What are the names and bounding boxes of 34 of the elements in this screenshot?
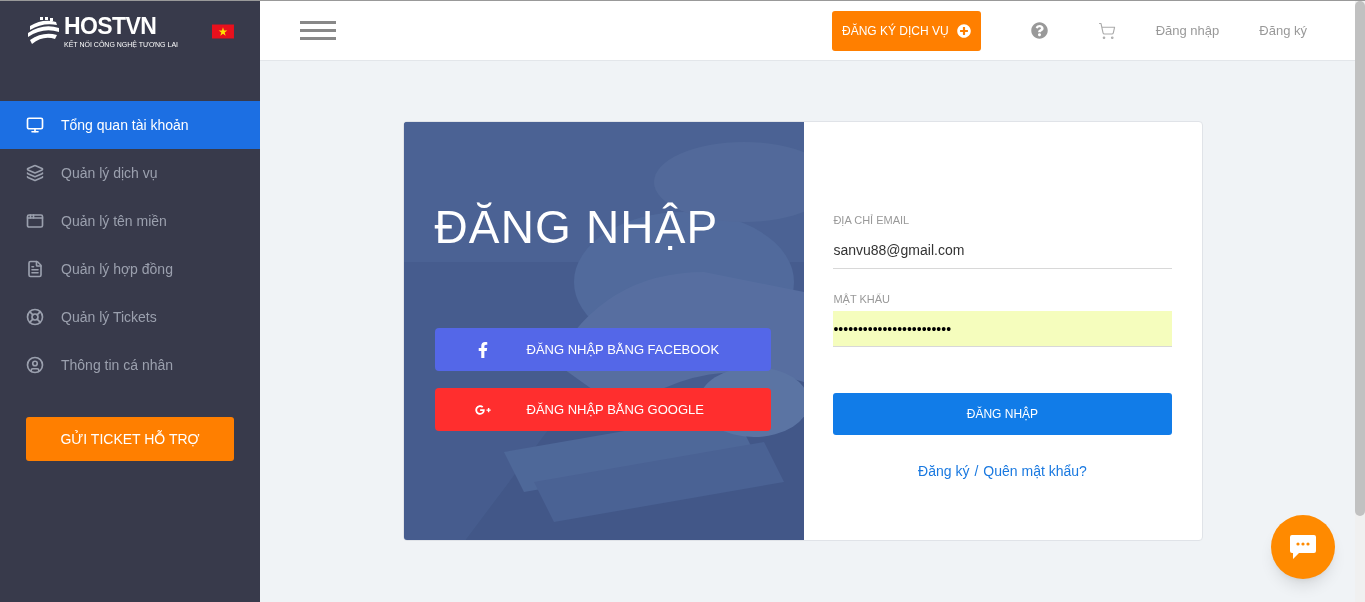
- login-button[interactable]: ĐĂNG NHẬP: [833, 393, 1172, 435]
- layers-icon: [26, 164, 44, 182]
- login-title: ĐĂNG NHẬP: [434, 204, 719, 250]
- social-login-button[interactable]: ĐĂNG NHẬP BẰNG GOOGLE: [434, 388, 772, 431]
- lifebuoy-icon: [26, 308, 44, 326]
- forgot-password-link[interactable]: Quên mật khẩu?: [983, 461, 1087, 482]
- browser-window-icon: [26, 212, 44, 230]
- password-field[interactable]: ••••••••••••••••••••••••: [833, 311, 1172, 347]
- sidebar-item[interactable]: Tổng quan tài khoản: [0, 101, 260, 149]
- sidebar-item[interactable]: Quản lý hợp đồng: [0, 245, 260, 293]
- register-link[interactable]: Đăng ký: [918, 461, 970, 482]
- header-link[interactable]: Đăng nhập: [1155, 20, 1220, 41]
- cart-icon[interactable]: [1097, 21, 1116, 40]
- register-service-button[interactable]: ĐĂNG KÝ DỊCH VỤ: [832, 10, 981, 51]
- field-label: MẬT KHẨU: [833, 291, 891, 307]
- help-icon[interactable]: [1030, 22, 1048, 39]
- sidebar-item[interactable]: Quản lý tên miền: [0, 197, 260, 245]
- chat-button[interactable]: [1271, 515, 1335, 579]
- menu-icon[interactable]: [300, 19, 336, 42]
- link-separator: /: [974, 462, 979, 481]
- monitor-icon: [26, 116, 44, 134]
- sidebar-item[interactable]: Thông tin cá nhân: [0, 341, 260, 389]
- support-ticket-button[interactable]: GỬI TICKET HỖ TRỢ: [26, 417, 234, 461]
- document-icon: [26, 260, 44, 278]
- social-login-button[interactable]: ĐĂNG NHẬP BẰNG FACEBOOK: [434, 328, 772, 371]
- user-icon: [26, 356, 44, 374]
- sidebar-item[interactable]: Quản lý dịch vụ: [0, 149, 260, 197]
- scrollbar[interactable]: [1355, 1, 1365, 602]
- field-label: ĐỊA CHỈ EMAIL: [833, 213, 910, 228]
- header-link[interactable]: Đăng ký: [1259, 20, 1307, 41]
- plus-icon: [956, 23, 971, 38]
- sidebar-item[interactable]: Quản lý Tickets: [0, 293, 260, 341]
- chat-bubble-icon: [1288, 532, 1318, 562]
- logo-text: HOSTVN: [64, 14, 158, 38]
